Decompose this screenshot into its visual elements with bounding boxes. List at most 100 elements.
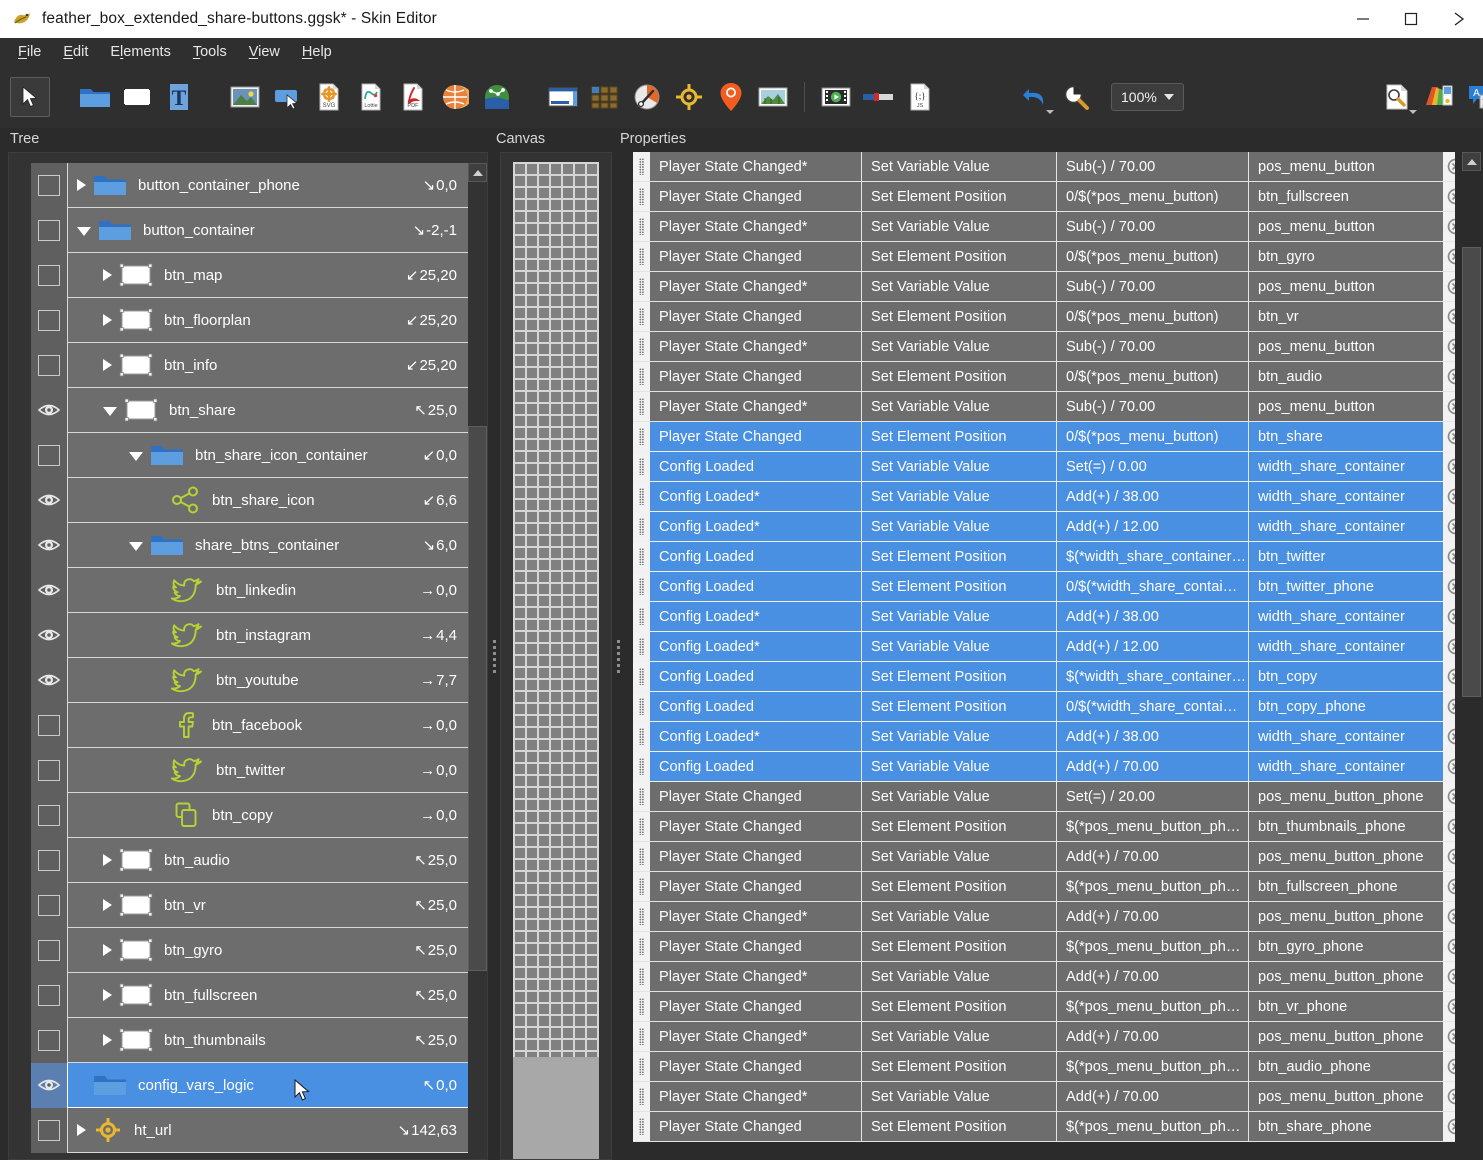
visibility-checkbox[interactable] (31, 162, 68, 208)
add-iframe-button[interactable] (542, 76, 584, 118)
properties-row-target[interactable]: pos_menu_button (1249, 332, 1443, 361)
tree-row-btn_info[interactable]: btn_info ↙ 25,20 (31, 342, 468, 388)
properties-row[interactable]: Config Loaded* Set Variable Value Add(+) /… (633, 512, 1455, 542)
properties-row-target[interactable]: btn_audio (1249, 362, 1443, 391)
properties-row-target[interactable]: pos_menu_button_phone (1249, 782, 1443, 811)
properties-row-value[interactable]: 0/$(*pos_menu_button) (1057, 302, 1249, 331)
visibility-checkbox[interactable] (31, 882, 68, 928)
row-drag-handle[interactable] (633, 212, 650, 241)
properties-row-event[interactable]: Config Loaded* (650, 602, 862, 631)
properties-row-value[interactable]: $(*pos_menu_button_ph… (1057, 1052, 1249, 1081)
delete-action-button[interactable] (1443, 602, 1455, 631)
properties-row-target[interactable]: pos_menu_button_phone (1249, 1082, 1443, 1111)
row-drag-handle[interactable] (633, 422, 650, 451)
properties-row[interactable]: Player State Changed Set Element Position… (633, 1052, 1455, 1082)
properties-row[interactable]: Player State Changed Set Element Position… (633, 812, 1455, 842)
tree-row-btn_vr[interactable]: btn_vr ↖ 25,0 (31, 882, 468, 928)
visibility-checkbox[interactable] (31, 432, 68, 478)
delete-action-button[interactable] (1443, 1052, 1455, 1081)
tree-row-btn_fullscreen[interactable]: btn_fullscreen ↖ 25,0 (31, 972, 468, 1018)
properties-row-action[interactable]: Set Variable Value (862, 632, 1057, 661)
visibility-eye-toggle[interactable] (31, 567, 68, 613)
delete-action-button[interactable] (1443, 752, 1455, 781)
properties-row-target[interactable]: width_share_container (1249, 722, 1443, 751)
properties-row[interactable]: Player State Changed* Set Variable Value S… (633, 272, 1455, 302)
chevron-down-icon[interactable] (129, 452, 143, 461)
select-tool-button[interactable] (10, 77, 50, 117)
minimize-button[interactable] (1339, 0, 1387, 38)
visibility-checkbox[interactable] (31, 972, 68, 1018)
properties-row-action[interactable]: Set Element Position (862, 1112, 1057, 1141)
row-drag-handle[interactable] (633, 362, 650, 391)
properties-row[interactable]: Player State Changed Set Element Position… (633, 422, 1455, 452)
menu-edit[interactable]: Edit (53, 40, 98, 64)
close-button[interactable] (1435, 0, 1483, 38)
properties-action-list[interactable]: Player State Changed* Set Variable Value S… (633, 152, 1455, 1160)
properties-row-event[interactable]: Player State Changed* (650, 272, 862, 301)
tree-scrollbar[interactable] (468, 163, 487, 1159)
add-progressbar-button[interactable] (857, 76, 899, 118)
delete-action-button[interactable] (1443, 722, 1455, 751)
visibility-checkbox[interactable] (31, 1107, 68, 1153)
properties-row[interactable]: Config Loaded Set Variable Value Add(+) / … (633, 752, 1455, 782)
properties-row-action[interactable]: Set Element Position (862, 662, 1057, 691)
delete-action-button[interactable] (1443, 902, 1455, 931)
properties-row[interactable]: Player State Changed Set Element Position… (633, 302, 1455, 332)
properties-row-action[interactable]: Set Variable Value (862, 722, 1057, 751)
properties-row[interactable]: Config Loaded* Set Variable Value Add(+) /… (633, 722, 1455, 752)
visibility-checkbox[interactable] (31, 297, 68, 343)
tree-row-btn_thumbnails[interactable]: btn_thumbnails ↖ 25,0 (31, 1017, 468, 1063)
zoom-level-combobox[interactable]: 100% (1111, 83, 1184, 111)
properties-row-value[interactable]: Add(+) / 70.00 (1057, 962, 1249, 991)
visibility-eye-toggle[interactable] (31, 477, 68, 523)
properties-row-event[interactable]: Player State Changed* (650, 1082, 862, 1111)
row-drag-handle[interactable] (633, 272, 650, 301)
menu-tools[interactable]: Tools (183, 40, 237, 64)
properties-row-target[interactable]: btn_vr (1249, 302, 1443, 331)
row-drag-handle[interactable] (633, 692, 650, 721)
properties-row[interactable]: Config Loaded Set Element Position 0/$(*wi… (633, 572, 1455, 602)
properties-row-value[interactable]: Sub(-) / 70.00 (1057, 272, 1249, 301)
chevron-right-icon[interactable] (103, 899, 112, 911)
delete-action-button[interactable] (1443, 812, 1455, 841)
properties-row-action[interactable]: Set Variable Value (862, 212, 1057, 241)
properties-row-event[interactable]: Player State Changed* (650, 962, 862, 991)
properties-row[interactable]: Player State Changed* Set Variable Value S… (633, 392, 1455, 422)
properties-row-event[interactable]: Config Loaded* (650, 512, 862, 541)
properties-row[interactable]: Player State Changed Set Variable Value Se… (633, 782, 1455, 812)
properties-row-event[interactable]: Player State Changed (650, 992, 862, 1021)
menu-help[interactable]: Help (292, 40, 342, 64)
inspect-document-button[interactable] (1376, 76, 1418, 118)
properties-row-value[interactable]: Add(+) / 12.00 (1057, 632, 1249, 661)
row-drag-handle[interactable] (633, 1082, 650, 1111)
tree-scrollbar-thumb[interactable] (468, 426, 487, 971)
properties-row-value[interactable]: Add(+) / 70.00 (1057, 902, 1249, 931)
delete-action-button[interactable] (1443, 872, 1455, 901)
properties-row[interactable]: Player State Changed Set Element Position… (633, 872, 1455, 902)
properties-row-target[interactable]: btn_gyro_phone (1249, 932, 1443, 961)
row-drag-handle[interactable] (633, 602, 650, 631)
delete-action-button[interactable] (1443, 632, 1455, 661)
delete-action-button[interactable] (1443, 962, 1455, 991)
properties-row[interactable]: Player State Changed Set Element Position… (633, 932, 1455, 962)
properties-row-event[interactable]: Player State Changed (650, 842, 862, 871)
delete-action-button[interactable] (1443, 242, 1455, 271)
properties-row-action[interactable]: Set Variable Value (862, 602, 1057, 631)
properties-row-action[interactable]: Set Variable Value (862, 482, 1057, 511)
properties-row-event[interactable]: Config Loaded (650, 752, 862, 781)
properties-row-event[interactable]: Player State Changed (650, 302, 862, 331)
tree-row-ht_url[interactable]: ht_url ↘ 142,63 (31, 1107, 468, 1153)
row-drag-handle[interactable] (633, 812, 650, 841)
properties-row-target[interactable]: btn_twitter (1249, 542, 1443, 571)
properties-row-target[interactable]: pos_menu_button_phone (1249, 962, 1443, 991)
properties-row-target[interactable]: btn_twitter_phone (1249, 572, 1443, 601)
row-drag-handle[interactable] (633, 152, 650, 181)
properties-row-target[interactable]: width_share_container (1249, 512, 1443, 541)
chevron-right-icon[interactable] (103, 359, 112, 371)
properties-row-value[interactable]: 0/$(*width_share_contai… (1057, 572, 1249, 601)
add-pdf-button[interactable]: PDF (392, 76, 434, 118)
properties-row-value[interactable]: $(*width_share_container… (1057, 662, 1249, 691)
tree-row-btn_map[interactable]: btn_map ↙ 25,20 (31, 252, 468, 298)
delete-action-button[interactable] (1443, 272, 1455, 301)
properties-scrollbar-thumb[interactable] (1462, 247, 1481, 697)
